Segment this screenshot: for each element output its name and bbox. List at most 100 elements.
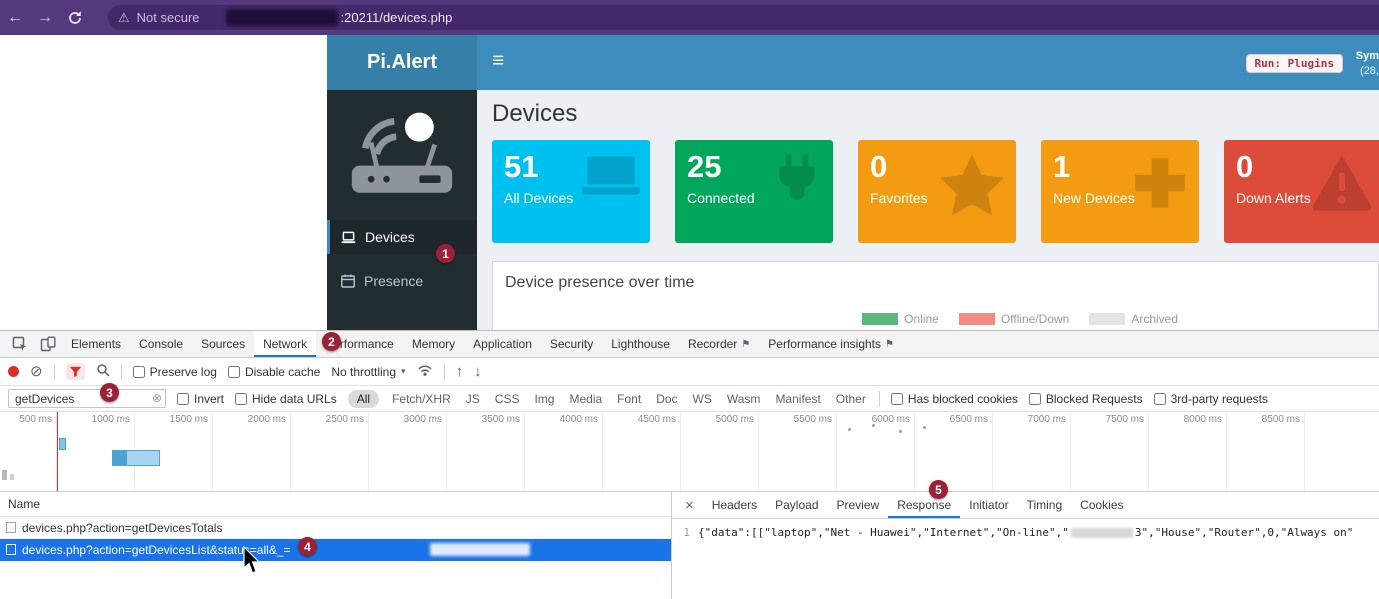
has-blocked-cookies-label: Has blocked cookies [908, 392, 1018, 406]
timeline-tick: 6000 ms [837, 412, 915, 491]
devtools-tab-elements[interactable]: Elements [62, 331, 130, 357]
not-secure-label: Not secure [137, 10, 200, 25]
filter-type-media[interactable]: Media [567, 392, 604, 406]
export-har-icon[interactable]: ↓ [474, 364, 482, 379]
disable-cache-checkbox[interactable]: Disable cache [228, 365, 320, 379]
search-icon[interactable] [96, 363, 110, 380]
throttling-dropdown[interactable]: No throttling ▾ [331, 365, 405, 379]
forward-icon[interactable]: → [30, 9, 60, 27]
card-down-alerts[interactable]: 0 Down Alerts [1224, 140, 1379, 243]
run-plugins-button[interactable]: Run: Plugins [1246, 54, 1343, 73]
filter-type-doc[interactable]: Doc [654, 392, 679, 406]
throttling-value: No throttling [331, 365, 396, 379]
devtools-tab-memory[interactable]: Memory [403, 331, 464, 357]
card-connected[interactable]: 25 Connected [675, 140, 833, 243]
filter-type-font[interactable]: Font [615, 392, 643, 406]
experiment-flag-icon: ⚑ [741, 339, 750, 350]
network-timeline-overview[interactable]: 500 ms 1000 ms 1500 ms 2000 ms 2500 ms 3… [0, 412, 1379, 492]
hide-data-urls-checkbox[interactable]: Hide data URLs [235, 392, 337, 406]
network-bottom-split: Name devices.php?action=getDevicesTotals… [0, 492, 1379, 599]
request-row-selected[interactable]: devices.php?action=getDevicesList&status… [0, 539, 671, 561]
filter-input-wrap: ⊗ [8, 389, 166, 408]
detail-tab-preview[interactable]: Preview [828, 492, 889, 518]
mouse-cursor [242, 546, 262, 576]
device-toolbar-icon[interactable] [34, 336, 62, 352]
clear-icon[interactable]: ⊘ [30, 364, 43, 379]
blocked-requests-checkbox[interactable]: Blocked Requests [1029, 392, 1143, 406]
devtools-tab-sources[interactable]: Sources [192, 331, 254, 357]
filter-type-other[interactable]: Other [834, 392, 868, 406]
blocked-requests-input[interactable] [1029, 393, 1041, 405]
legend-label: Offline/Down [1001, 312, 1069, 326]
legend-swatch-offline [959, 313, 995, 325]
detail-tab-initiator[interactable]: Initiator [960, 492, 1017, 518]
sidebar-item-presence[interactable]: Presence [327, 264, 477, 298]
import-har-icon[interactable]: ↑ [456, 364, 464, 379]
app-header: ≡ Run: Plugins Sym (28, [477, 35, 1379, 90]
brand-logo[interactable]: Pi.Alert [327, 35, 477, 90]
back-icon[interactable]: ← [0, 9, 30, 27]
detail-tabbar: × Headers Payload Preview Response Initi… [672, 492, 1379, 519]
detail-tab-timing[interactable]: Timing [1018, 492, 1072, 518]
menu-toggle-icon[interactable]: ≡ [492, 49, 504, 73]
card-new-devices[interactable]: 1 New Devices [1041, 140, 1199, 243]
detail-tab-payload[interactable]: Payload [766, 492, 827, 518]
third-party-requests-checkbox[interactable]: 3rd-party requests [1154, 392, 1268, 406]
plug-icon [769, 152, 825, 214]
timeline-tick: 2000 ms [213, 412, 291, 491]
devtools-tab-recorder[interactable]: Recorder ⚑ [679, 331, 759, 357]
devtools-tab-application[interactable]: Application [464, 331, 541, 357]
hide-data-urls-input[interactable] [235, 393, 247, 405]
invert-checkbox[interactable]: Invert [177, 392, 224, 406]
devtools-tab-security[interactable]: Security [541, 331, 602, 357]
filter-input[interactable] [8, 389, 166, 408]
preserve-log-input[interactable] [133, 366, 145, 378]
detail-tab-headers[interactable]: Headers [703, 492, 766, 518]
detail-tab-response[interactable]: Response [888, 492, 960, 518]
request-list-header[interactable]: Name [0, 492, 671, 517]
address-bar[interactable]: ⚠ Not secure :20211/devices.php [108, 5, 1379, 30]
disable-cache-input[interactable] [228, 366, 240, 378]
annotation-badge-5: 5 [929, 480, 948, 499]
legend-online[interactable]: Online [862, 312, 939, 326]
filter-type-css[interactable]: CSS [493, 392, 522, 406]
experiment-flag-icon: ⚑ [885, 339, 894, 350]
tab-label: Recorder [688, 337, 737, 351]
sidebar-item-devices[interactable]: Devices [327, 220, 477, 254]
disable-cache-label: Disable cache [245, 365, 320, 379]
third-party-requests-input[interactable] [1154, 393, 1166, 405]
filter-type-all[interactable]: All [348, 390, 379, 408]
network-conditions-icon[interactable] [417, 363, 433, 380]
request-row[interactable]: devices.php?action=getDevicesTotals [0, 517, 671, 539]
devtools-tab-console[interactable]: Console [130, 331, 192, 357]
filter-type-js[interactable]: JS [464, 392, 482, 406]
devtools-tab-performance-insights[interactable]: Performance insights ⚑ [759, 331, 903, 357]
card-favorites[interactable]: 0 Favorites [858, 140, 1016, 243]
clear-filter-icon[interactable]: ⊗ [152, 392, 162, 404]
card-all-devices[interactable]: 51 All Devices [492, 140, 650, 243]
legend-archived[interactable]: Archived [1089, 312, 1178, 326]
filter-type-fetch-xhr[interactable]: Fetch/XHR [390, 392, 453, 406]
filter-type-wasm[interactable]: Wasm [725, 392, 763, 406]
detail-tab-cookies[interactable]: Cookies [1071, 492, 1132, 518]
device-toolbar-icon-glyph [40, 336, 56, 352]
has-blocked-cookies-checkbox[interactable]: Has blocked cookies [891, 392, 1018, 406]
has-blocked-cookies-input[interactable] [891, 393, 903, 405]
filter-type-img[interactable]: Img [532, 392, 556, 406]
invert-input[interactable] [177, 393, 189, 405]
divider [879, 391, 880, 407]
devtools-tab-network[interactable]: Network [254, 331, 316, 357]
record-icon[interactable] [8, 366, 19, 377]
refresh-icon[interactable] [60, 10, 90, 26]
close-icon[interactable]: × [676, 497, 703, 514]
devtools-tab-lighthouse[interactable]: Lighthouse [602, 331, 679, 357]
response-content-line[interactable]: 1 {"data":[["laptop","Net - Huawei","Int… [672, 526, 1379, 539]
filter-icon[interactable] [66, 363, 85, 380]
inspect-element-icon[interactable] [6, 336, 34, 352]
legend-offline-down[interactable]: Offline/Down [959, 312, 1069, 326]
preserve-log-checkbox[interactable]: Preserve log [133, 365, 217, 379]
filter-type-ws[interactable]: WS [691, 392, 714, 406]
filter-type-manifest[interactable]: Manifest [773, 392, 822, 406]
waterfall-dot [923, 426, 926, 429]
redacted-query-value [430, 543, 530, 556]
